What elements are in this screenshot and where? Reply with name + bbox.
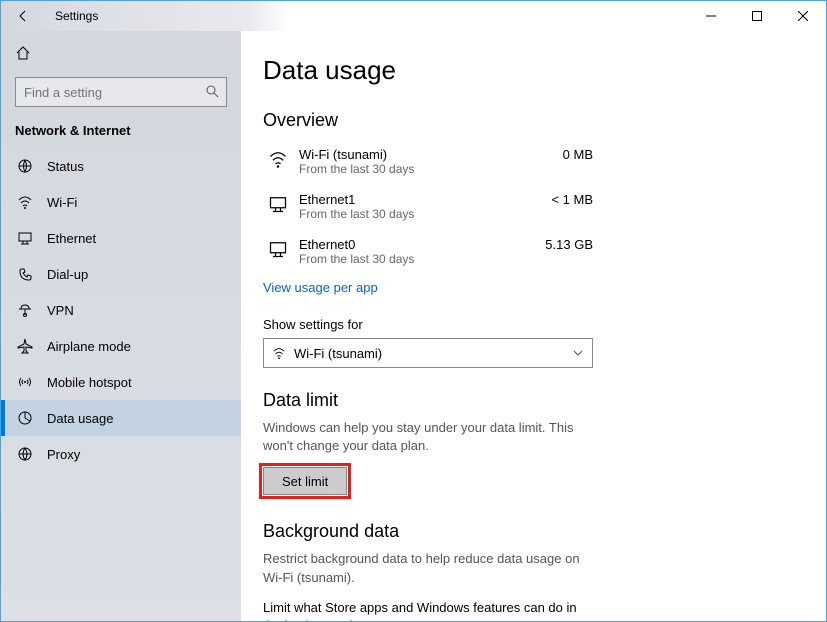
overview-sub: From the last 30 days	[299, 162, 533, 176]
sidebar-item-label: Wi-Fi	[47, 195, 77, 210]
data-limit-heading: Data limit	[263, 390, 796, 411]
overview-name: Wi-Fi (tsunami)	[299, 147, 533, 162]
maximize-button[interactable]	[734, 1, 780, 31]
overview-name: Ethernet0	[299, 237, 533, 252]
airplane-icon	[15, 338, 35, 354]
sidebar-item-label: Data usage	[47, 411, 114, 426]
status-icon	[15, 158, 35, 174]
sidebar-item-label: VPN	[47, 303, 74, 318]
overview-name: Ethernet1	[299, 192, 533, 207]
sidebar-heading: Network & Internet	[1, 123, 241, 148]
sidebar-item-ethernet[interactable]: Ethernet	[1, 220, 241, 256]
sidebar-item-label: Ethernet	[47, 231, 96, 246]
overview-sub: From the last 30 days	[299, 207, 533, 221]
overview-value: < 1 MB	[533, 192, 593, 207]
background-desc: Restrict background data to help reduce …	[263, 550, 593, 586]
chevron-down-icon	[572, 347, 584, 359]
wifi-icon	[263, 147, 293, 169]
sidebar-item-label: Mobile hotspot	[47, 375, 132, 390]
proxy-icon	[15, 446, 35, 462]
sidebar-item-label: Proxy	[47, 447, 80, 462]
sidebar-item-label: Airplane mode	[47, 339, 131, 354]
overview-heading: Overview	[263, 110, 796, 131]
ethernet-icon	[15, 230, 35, 246]
show-settings-label: Show settings for	[263, 317, 796, 332]
close-button[interactable]	[780, 1, 826, 31]
show-settings-select[interactable]: Wi-Fi (tsunami)	[263, 338, 593, 368]
hotspot-icon	[15, 374, 35, 390]
overview-value: 5.13 GB	[533, 237, 593, 252]
ethernet-icon	[263, 237, 293, 259]
sidebar-item-label: Dial-up	[47, 267, 88, 282]
overview-sub: From the last 30 days	[299, 252, 533, 266]
vpn-icon	[15, 302, 35, 318]
overview-item-eth1[interactable]: Ethernet1 From the last 30 days < 1 MB	[263, 184, 593, 229]
sidebar-item-wifi[interactable]: Wi-Fi	[1, 184, 241, 220]
sidebar-item-vpn[interactable]: VPN	[1, 292, 241, 328]
sidebar: Network & Internet Status Wi-Fi Ethernet…	[1, 31, 241, 621]
wifi-icon	[272, 346, 286, 360]
overview-value: 0 MB	[533, 147, 593, 162]
back-button[interactable]	[9, 9, 37, 23]
search-icon	[205, 84, 219, 98]
sidebar-item-datausage[interactable]: Data usage	[1, 400, 241, 436]
sidebar-item-proxy[interactable]: Proxy	[1, 436, 241, 472]
select-value: Wi-Fi (tsunami)	[294, 346, 382, 361]
data-limit-desc: Windows can help you stay under your dat…	[263, 419, 593, 455]
sidebar-item-hotspot[interactable]: Mobile hotspot	[1, 364, 241, 400]
sidebar-item-label: Status	[47, 159, 84, 174]
view-usage-link[interactable]: View usage per app	[263, 280, 378, 295]
sidebar-item-status[interactable]: Status	[1, 148, 241, 184]
titlebar: Settings	[1, 1, 826, 31]
background-heading: Background data	[263, 521, 796, 542]
set-limit-button[interactable]: Set limit	[263, 467, 347, 495]
sidebar-item-airplane[interactable]: Airplane mode	[1, 328, 241, 364]
window-title: Settings	[55, 9, 98, 23]
datausage-icon	[15, 410, 35, 426]
content-area: Data usage Overview Wi-Fi (tsunami) From…	[241, 31, 826, 621]
minimize-button[interactable]	[688, 1, 734, 31]
home-button[interactable]	[15, 45, 33, 63]
sidebar-item-dialup[interactable]: Dial-up	[1, 256, 241, 292]
wifi-icon	[15, 194, 35, 210]
background-question: Limit what Store apps and Windows featur…	[263, 599, 593, 621]
overview-item-eth0[interactable]: Ethernet0 From the last 30 days 5.13 GB	[263, 229, 593, 274]
page-title: Data usage	[263, 55, 796, 86]
dialup-icon	[15, 266, 35, 282]
search-input[interactable]	[15, 77, 227, 107]
ethernet-icon	[263, 192, 293, 214]
overview-item-wifi[interactable]: Wi-Fi (tsunami) From the last 30 days 0 …	[263, 139, 593, 184]
